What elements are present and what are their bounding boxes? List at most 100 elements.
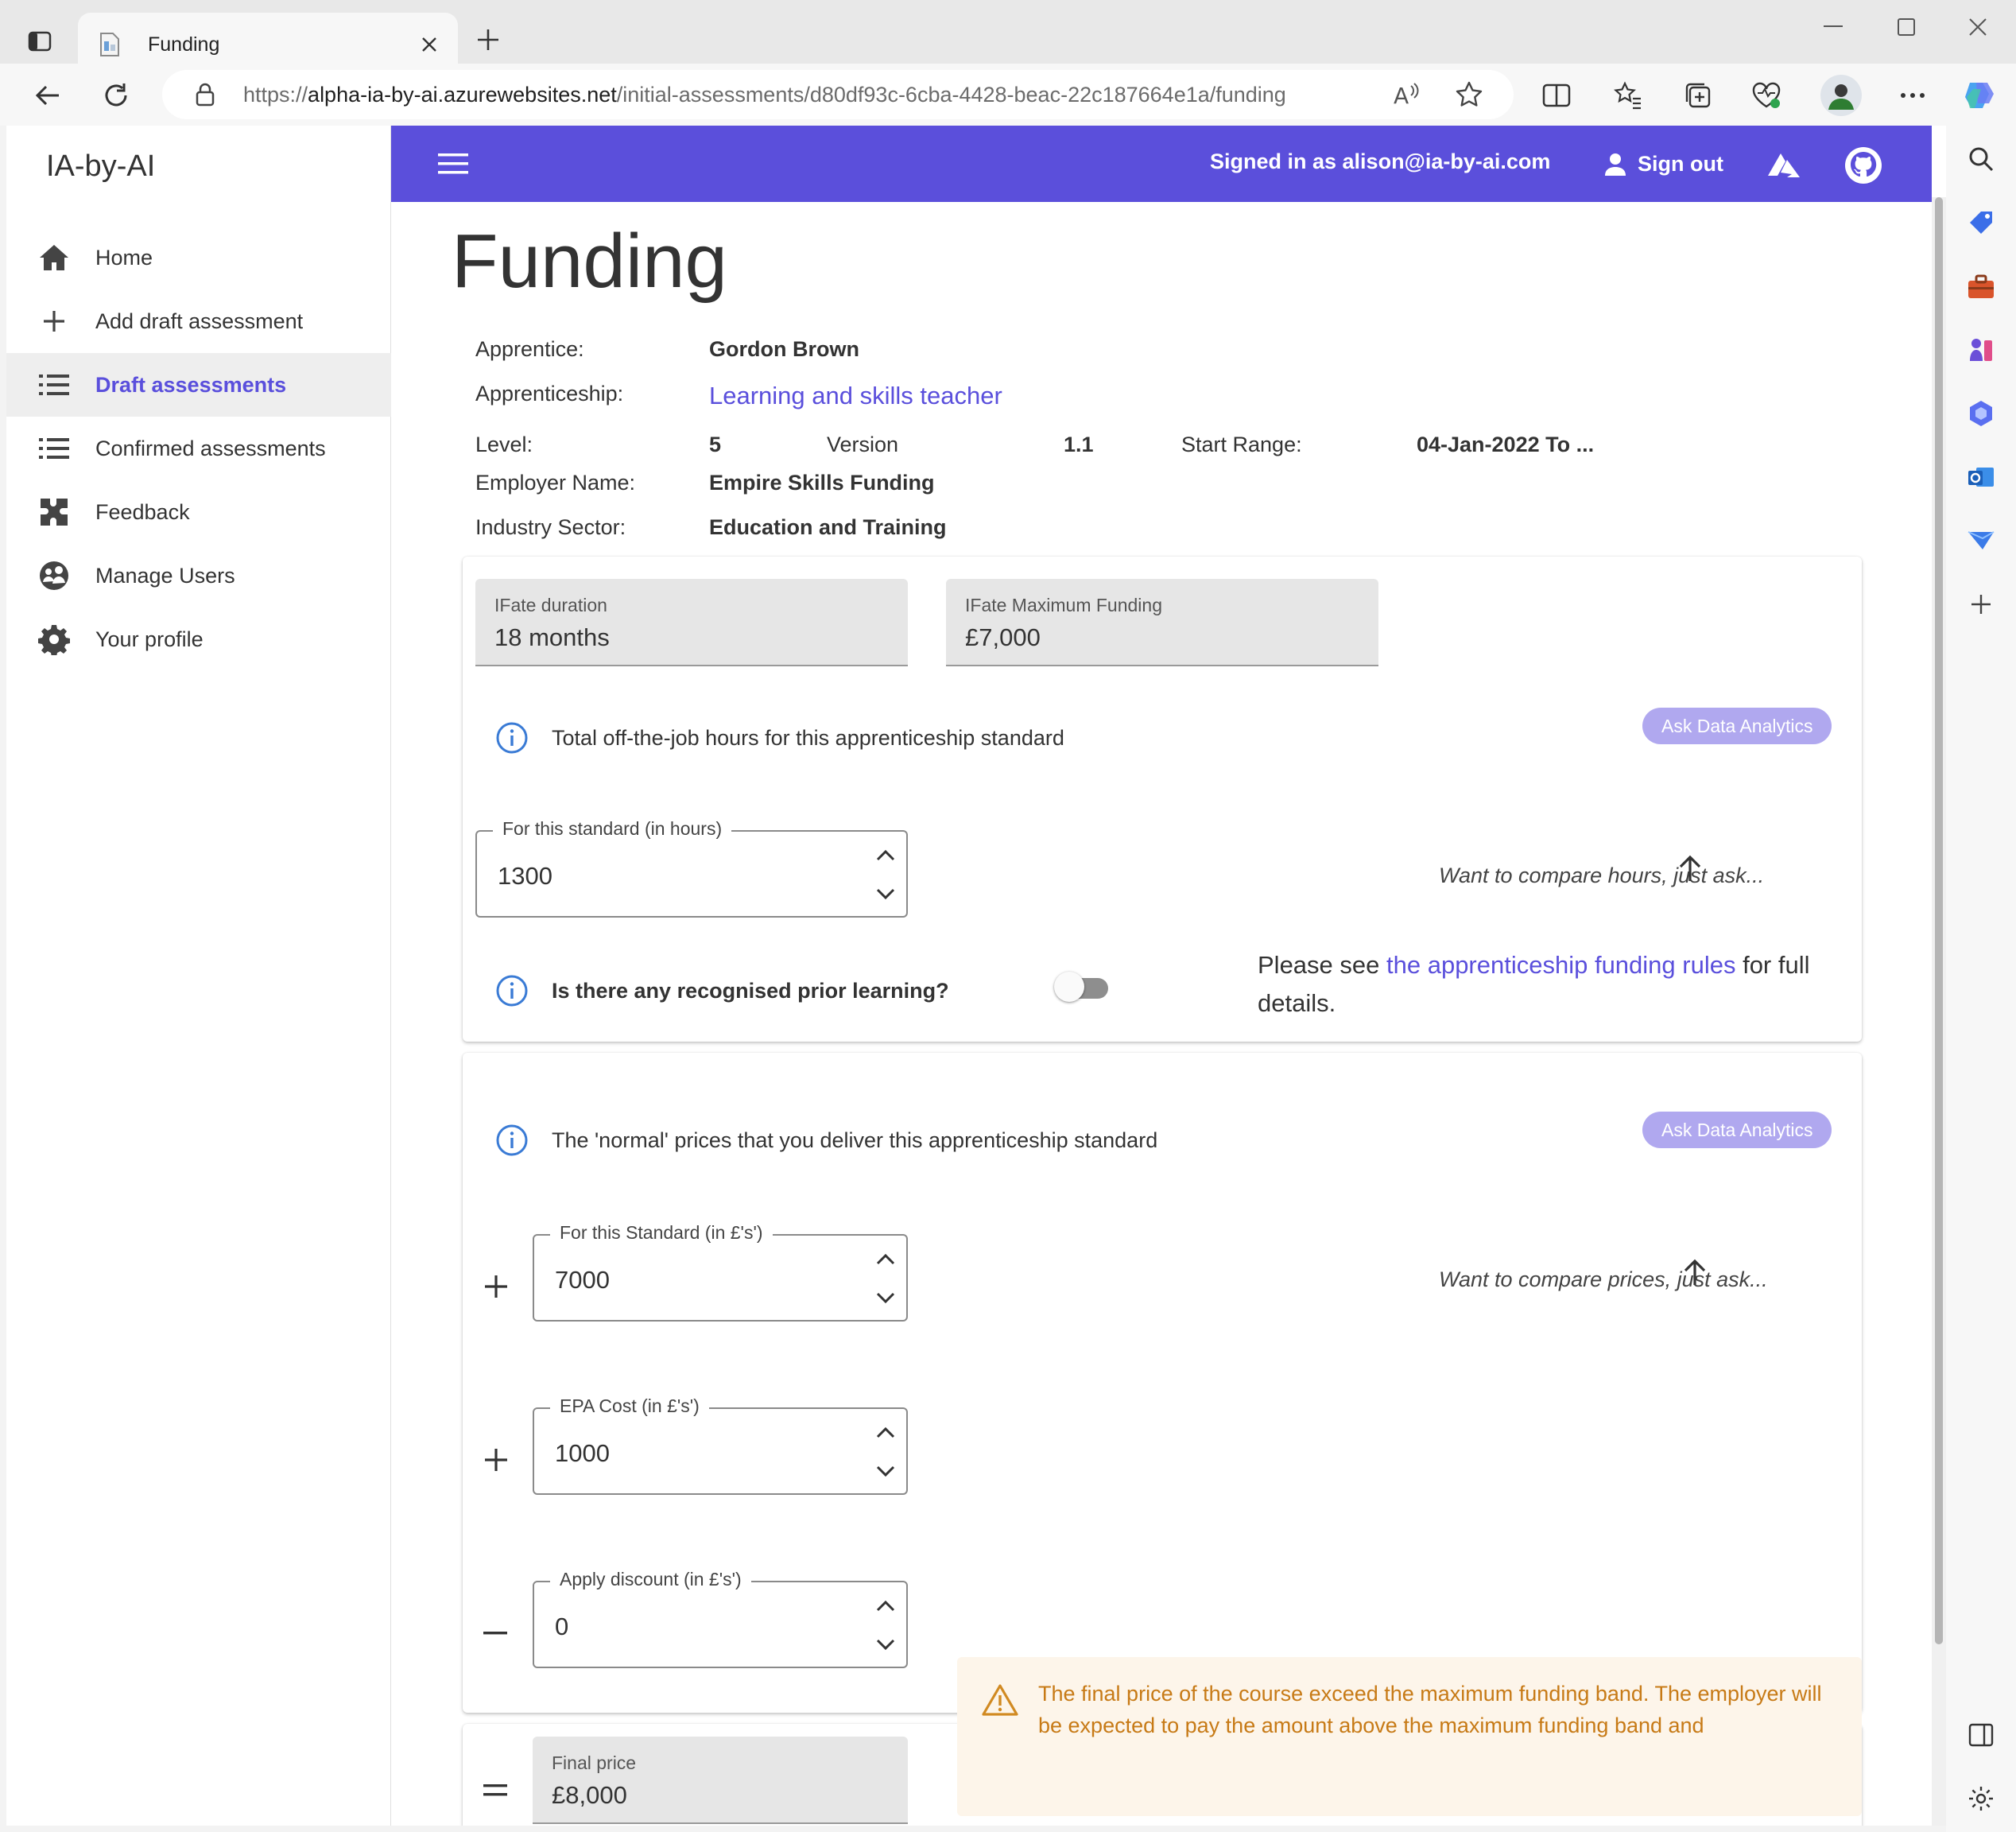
new-tab-icon[interactable] (471, 22, 506, 57)
epa-cost-input[interactable]: EPA Cost (in £'s') 1000 (533, 1395, 908, 1495)
industry-sector-label: Industry Sector: (475, 515, 626, 539)
add-sidebar-app-icon[interactable] (1962, 585, 2000, 623)
ifate-duration-field: IFate duration 18 months (475, 579, 908, 666)
browser-toolbar: https://alpha-ia-by-ai.azurewebsites.net… (0, 64, 2016, 126)
microsoft-365-icon[interactable] (1962, 394, 2000, 433)
collections-icon[interactable] (1679, 76, 1717, 114)
standard-price-stepper[interactable] (870, 1242, 901, 1315)
version-value: 1.1 (1064, 433, 1094, 456)
funding-warning-alert: The final price of the course exceed the… (957, 1657, 1862, 1816)
favorites-icon[interactable] (1609, 76, 1647, 114)
scrollbar-thumb[interactable] (1935, 197, 1943, 1644)
back-icon[interactable] (29, 76, 67, 114)
plus-icon (477, 1441, 515, 1479)
search-icon[interactable] (1962, 140, 2000, 178)
feedback-icon (37, 495, 72, 530)
read-aloud-icon[interactable]: A (1386, 76, 1425, 114)
apprenticeship-link[interactable]: Learning and skills teacher (709, 382, 1002, 410)
field-label: IFate duration (494, 595, 607, 615)
url-text[interactable]: https://alpha-ia-by-ai.azurewebsites.net… (243, 83, 1386, 107)
chevron-up-icon[interactable] (870, 1244, 901, 1275)
maximize-icon[interactable] (1882, 11, 1930, 43)
close-tab-icon[interactable] (412, 27, 447, 62)
favorite-star-icon[interactable] (1450, 76, 1488, 114)
ask-data-analytics-button[interactable]: Ask Data Analytics (1642, 1112, 1832, 1148)
info-icon[interactable] (493, 972, 531, 1010)
field-value[interactable]: 7000 (555, 1266, 610, 1294)
ask-data-analytics-button[interactable]: Ask Data Analytics (1642, 708, 1832, 744)
sidebar-item-label: Add draft assessment (95, 309, 304, 333)
apprentice-label: Apprentice: (475, 337, 584, 361)
menu-icon[interactable] (434, 145, 472, 183)
split-screen-icon[interactable] (1537, 76, 1576, 114)
lock-icon[interactable] (191, 80, 219, 109)
level-value: 5 (709, 433, 722, 456)
hours-stepper[interactable] (870, 838, 901, 911)
sidebar-item-your-profile[interactable]: Your profile (6, 607, 391, 671)
funding-rules-note: Please see the apprenticeship funding ru… (1258, 951, 1810, 1017)
tab-actions-icon[interactable] (22, 24, 57, 59)
sidebar-item-label: Manage Users (95, 563, 235, 588)
sidebar-item-home[interactable]: Home (6, 226, 391, 289)
normal-prices-info-text: The 'normal' prices that you deliver thi… (552, 1128, 1158, 1152)
sign-out-button[interactable]: Sign out (1599, 145, 1723, 183)
start-range-label: Start Range: (1181, 433, 1302, 456)
github-icon[interactable] (1843, 145, 1884, 186)
field-label: For this standard (in hours) (493, 818, 732, 840)
outlook-icon[interactable] (1962, 458, 2000, 496)
field-value[interactable]: 1000 (555, 1439, 610, 1468)
copilot-icon[interactable] (1960, 76, 1999, 114)
minus-icon (477, 1614, 515, 1652)
address-bar[interactable]: https://alpha-ia-by-ai.azurewebsites.net… (162, 70, 1514, 119)
azure-icon[interactable] (1763, 145, 1805, 186)
app-sidebar: IA-by-AI Home Add draft assessment Draft… (6, 126, 391, 1826)
field-value[interactable]: 0 (555, 1613, 568, 1641)
page-scrollbar[interactable] (1932, 197, 1946, 1826)
sidebar-item-confirmed-assessments[interactable]: Confirmed assessments (6, 417, 391, 480)
hours-input[interactable]: For this standard (in hours) 1300 (475, 818, 908, 918)
chevron-down-icon[interactable] (870, 1282, 901, 1314)
chevron-down-icon[interactable] (870, 878, 901, 910)
minimize-icon[interactable] (1809, 11, 1857, 43)
profile-avatar[interactable] (1820, 75, 1862, 116)
close-window-icon[interactable] (1954, 11, 2002, 43)
discount-stepper[interactable] (870, 1589, 901, 1662)
browser-essentials-icon[interactable] (1747, 76, 1785, 114)
arrow-up-icon[interactable] (1677, 1255, 1712, 1290)
standard-price-input[interactable]: For this Standard (in £'s') 7000 (533, 1222, 908, 1322)
epa-cost-stepper[interactable] (870, 1415, 901, 1488)
price-card: The 'normal' prices that you deliver thi… (463, 1053, 1862, 1713)
sidebar-item-draft-assessments[interactable]: Draft assessments (6, 353, 391, 417)
games-icon[interactable] (1962, 331, 2000, 369)
sidebar-item-add-draft[interactable]: Add draft assessment (6, 289, 391, 353)
refresh-icon[interactable] (97, 76, 135, 114)
page-title: Funding (452, 219, 727, 304)
rpl-toggle[interactable] (1051, 967, 1115, 1007)
funding-rules-link[interactable]: the apprenticeship funding rules (1386, 951, 1735, 979)
industry-sector-value: Education and Training (709, 515, 947, 539)
chevron-down-icon[interactable] (870, 1455, 901, 1487)
send-drop-icon[interactable] (1962, 522, 2000, 560)
field-label: Apply discount (in £'s') (550, 1569, 751, 1590)
field-value[interactable]: 1300 (498, 862, 552, 891)
web-viewport: IA-by-AI Home Add draft assessment Draft… (6, 126, 1946, 1826)
list-icon (37, 367, 72, 402)
hide-sidebar-icon[interactable] (1962, 1716, 2000, 1754)
shopping-tag-icon[interactable] (1962, 204, 2000, 242)
more-options-icon[interactable] (1894, 76, 1932, 114)
sidebar-item-label: Home (95, 245, 153, 270)
field-label: For this Standard (in £'s') (550, 1222, 773, 1244)
chevron-up-icon[interactable] (870, 1417, 901, 1449)
toggle-knob[interactable] (1054, 972, 1084, 1002)
arrow-up-icon[interactable] (1673, 851, 1708, 886)
chevron-down-icon[interactable] (870, 1628, 901, 1660)
info-icon[interactable] (493, 719, 531, 757)
settings-gear-icon[interactable] (1962, 1780, 2000, 1818)
sidebar-item-feedback[interactable]: Feedback (6, 480, 391, 544)
chevron-up-icon[interactable] (870, 840, 901, 871)
tools-briefcase-icon[interactable] (1962, 267, 2000, 305)
discount-input[interactable]: Apply discount (in £'s') 0 (533, 1569, 908, 1668)
chevron-up-icon[interactable] (870, 1590, 901, 1622)
info-icon[interactable] (493, 1121, 531, 1159)
sidebar-item-manage-users[interactable]: Manage Users (6, 544, 391, 607)
